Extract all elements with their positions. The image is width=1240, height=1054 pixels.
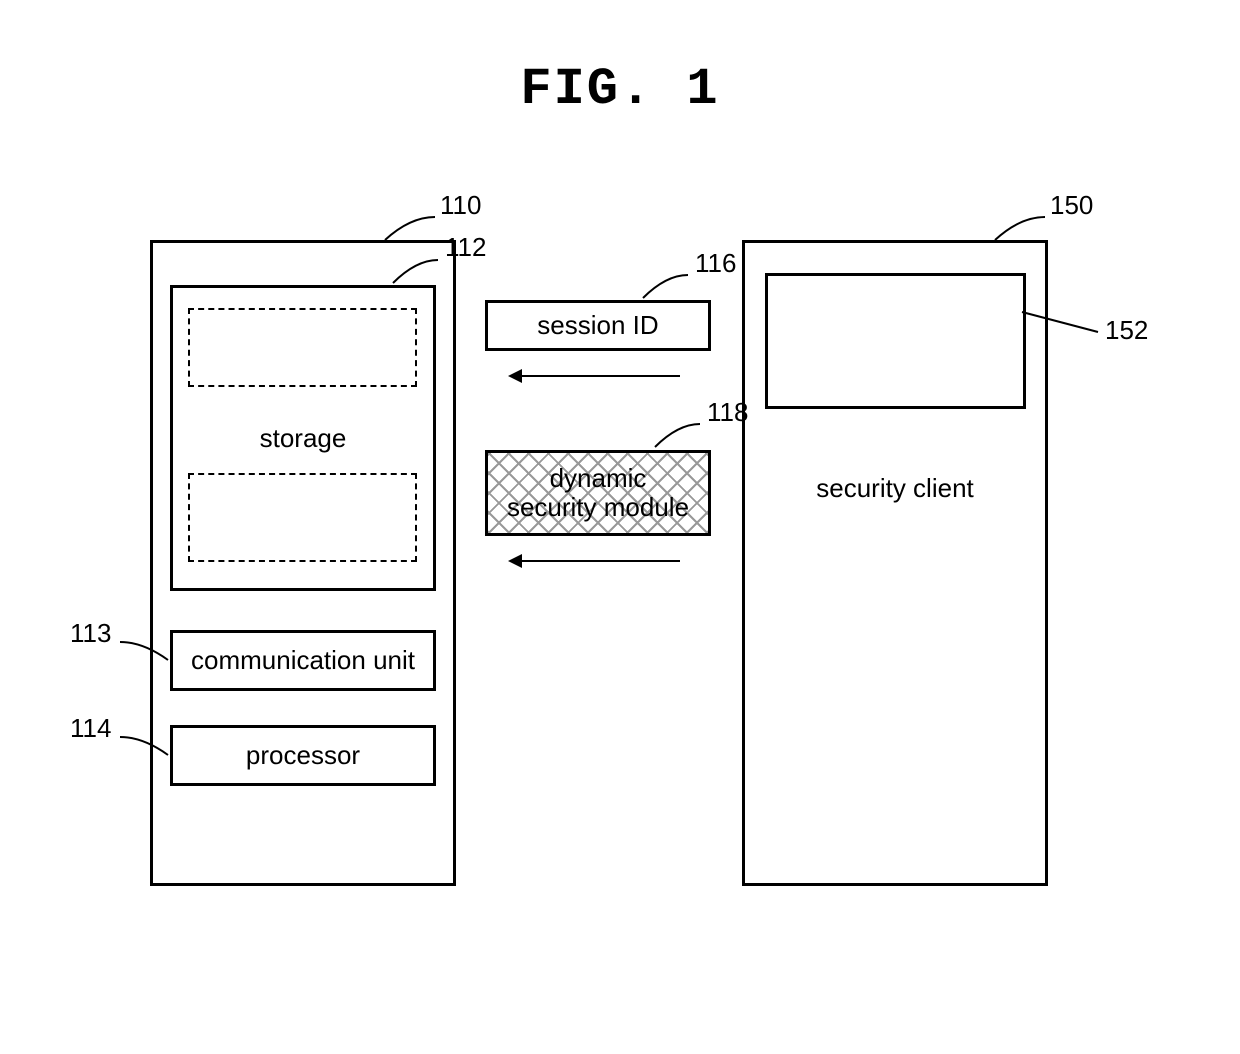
communication-unit-box: communication unit (170, 630, 436, 691)
dynamic-label-2: security module (507, 493, 689, 522)
dynamic-label-1: dynamic (550, 464, 647, 493)
ref-116: 116 (695, 248, 736, 279)
storage-label: storage (173, 423, 433, 454)
storage-slot-1 (188, 308, 417, 387)
client-box: security client (742, 240, 1048, 886)
storage-slot-2 (188, 473, 417, 562)
ref-152: 152 (1105, 315, 1148, 346)
session-id-label: session ID (537, 310, 658, 341)
security-client-label: security client (745, 473, 1045, 504)
lead-110 (380, 215, 440, 245)
ref-114: 114 (70, 713, 111, 744)
ref-118: 118 (707, 397, 748, 428)
lead-113 (118, 640, 173, 665)
ref-150: 150 (1050, 190, 1093, 221)
ref-113: 113 (70, 618, 111, 649)
processor-label: processor (246, 740, 360, 771)
communication-unit-label: communication unit (191, 645, 415, 676)
client-inner-box (765, 273, 1026, 409)
storage-box: storage (170, 285, 436, 591)
arrow-session-id (510, 375, 680, 377)
session-id-box: session ID (485, 300, 711, 351)
ref-112: 112 (445, 232, 486, 263)
ref-110: 110 (440, 190, 481, 221)
diagram-canvas: storage communication unit processor ses… (80, 200, 1160, 960)
dynamic-security-module-box: dynamic security module (485, 450, 711, 536)
lead-118 (650, 422, 705, 452)
lead-116 (638, 273, 693, 303)
lead-152 (1020, 310, 1100, 335)
lead-150 (990, 215, 1050, 245)
figure-title: FIG. 1 (0, 60, 1240, 119)
lead-112 (388, 258, 443, 288)
lead-114 (118, 735, 173, 760)
arrow-dynamic-module (510, 560, 680, 562)
processor-box: processor (170, 725, 436, 786)
